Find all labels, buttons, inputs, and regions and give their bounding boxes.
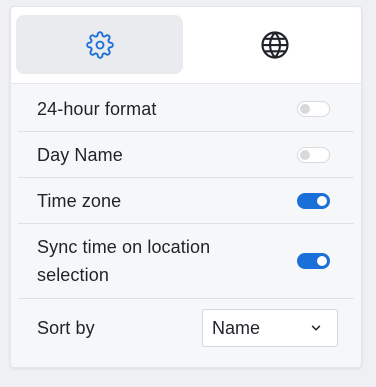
setting-label: Sync time on location selection xyxy=(37,237,211,285)
toggle-knob xyxy=(300,149,310,160)
setting-row-24-hour-format: 24-hour format xyxy=(18,86,354,132)
settings-list: 24-hour format Day Name Time zone Sync t… xyxy=(11,86,361,357)
toggle-knob xyxy=(300,103,310,114)
setting-label: 24-hour format xyxy=(37,98,157,119)
day-name-toggle[interactable] xyxy=(297,146,330,163)
24-hour-format-toggle[interactable] xyxy=(297,100,330,117)
sort-by-select[interactable]: Name xyxy=(202,309,338,347)
gear-icon xyxy=(85,30,114,59)
setting-row-sync-time: Sync time on location selection xyxy=(18,224,354,299)
time-zone-toggle[interactable] xyxy=(297,192,330,209)
sort-by-label: Sort by xyxy=(37,318,95,338)
setting-label: Time zone xyxy=(37,190,122,211)
setting-row-day-name: Day Name xyxy=(18,132,354,178)
sort-by-value: Name xyxy=(212,317,261,338)
globe-icon xyxy=(260,30,289,59)
tab-bar xyxy=(11,7,361,84)
settings-panel: 24-hour format Day Name Time zone Sync t… xyxy=(10,6,362,368)
setting-label: Day Name xyxy=(37,144,123,165)
setting-row-sort-by: Sort by Name xyxy=(18,299,354,357)
tab-settings[interactable] xyxy=(16,15,183,74)
toggle-knob xyxy=(317,256,327,266)
chevron-down-icon xyxy=(311,325,321,331)
setting-row-time-zone: Time zone xyxy=(18,178,354,224)
tab-world-clock[interactable] xyxy=(191,15,358,74)
sync-time-toggle[interactable] xyxy=(297,253,330,269)
toggle-knob xyxy=(317,195,327,206)
